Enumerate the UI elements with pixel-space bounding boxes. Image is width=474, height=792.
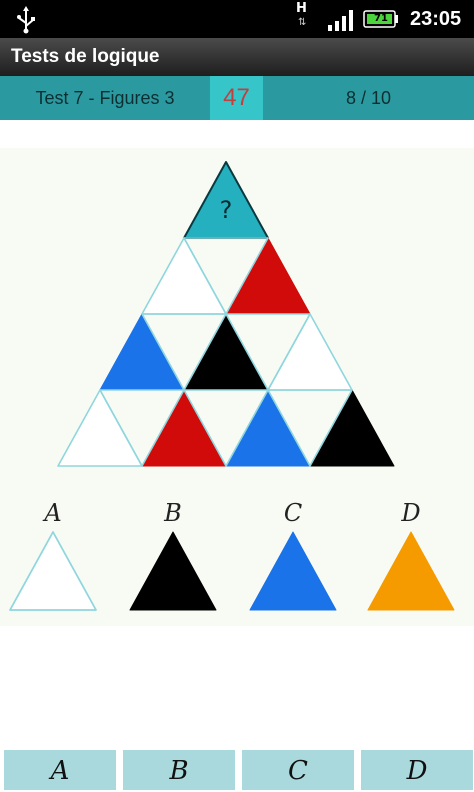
triangle-blue bbox=[225, 389, 311, 467]
option-letter-d: D bbox=[401, 499, 421, 527]
option-triangle-white bbox=[9, 531, 97, 611]
clock-label: 23:05 bbox=[410, 8, 462, 30]
triangle-puzzle: ? bbox=[57, 161, 395, 467]
status-bar: H ⇅ 71 23:05 bbox=[0, 0, 474, 38]
option-a-triangle bbox=[9, 531, 97, 611]
option-b-triangle bbox=[129, 531, 217, 611]
app-title: Tests de logique bbox=[11, 46, 160, 67]
option-c-triangle bbox=[249, 531, 337, 611]
triangle-red bbox=[141, 389, 227, 467]
triangle-black bbox=[309, 389, 395, 467]
answer-button-d[interactable]: D bbox=[361, 750, 473, 790]
battery-level-label: 71 bbox=[374, 13, 388, 24]
triangle-blue bbox=[99, 313, 185, 391]
app-title-bar: Tests de logique bbox=[0, 38, 474, 76]
unknown-mark: ? bbox=[220, 196, 233, 224]
data-activity-icon: ⇅ bbox=[298, 17, 307, 28]
triangle-white bbox=[57, 389, 143, 467]
test-name-label: Test 7 - Figures 3 bbox=[35, 88, 175, 108]
option-triangle-orange bbox=[367, 531, 455, 611]
option-letter-c: C bbox=[283, 499, 303, 527]
option-triangle-black bbox=[129, 531, 217, 611]
signal-strength-icon bbox=[328, 10, 353, 31]
answer-button-b[interactable]: B bbox=[123, 750, 235, 790]
triangle-red bbox=[225, 237, 311, 315]
option-triangle-blue bbox=[249, 531, 337, 611]
option-letter-a: A bbox=[44, 499, 62, 527]
test-info-bar: Test 7 - Figures 3 47 8 / 10 bbox=[0, 76, 474, 120]
option-letter-b: B bbox=[164, 499, 182, 527]
answer-button-a[interactable]: A bbox=[4, 750, 116, 790]
triangle-black bbox=[183, 313, 269, 391]
answer-button-c[interactable]: C bbox=[242, 750, 354, 790]
usb-icon bbox=[17, 6, 35, 34]
triangle-white bbox=[267, 313, 353, 391]
score-counter: 47 bbox=[210, 76, 263, 120]
triangle-white bbox=[141, 237, 227, 315]
network-type-label: H bbox=[296, 1, 307, 16]
question-progress-label: 8 / 10 bbox=[345, 88, 392, 108]
option-d-triangle bbox=[367, 531, 455, 611]
